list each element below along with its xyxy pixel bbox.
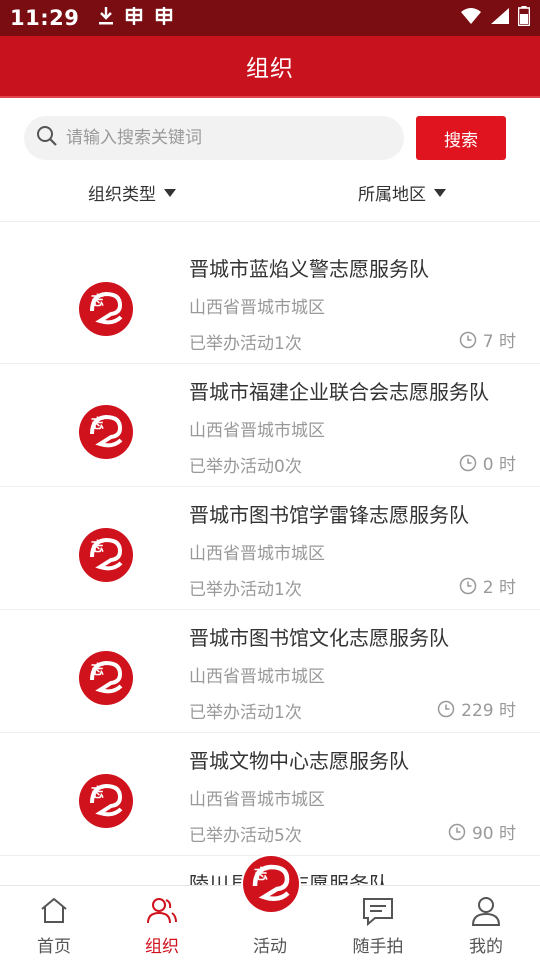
nav-item-mine[interactable]: 我的 bbox=[432, 886, 540, 960]
nav-item-organization[interactable]: 组织 bbox=[108, 886, 216, 960]
nav-label-mine: 我的 bbox=[469, 937, 503, 957]
caret-down-icon bbox=[434, 188, 446, 197]
service-hours: 7 时 bbox=[459, 327, 516, 352]
search-row: 搜索 bbox=[0, 98, 540, 174]
status-notifications bbox=[97, 6, 175, 31]
clock-icon bbox=[459, 577, 477, 594]
clock-icon bbox=[459, 331, 477, 348]
organization-activity-count: 已举办活动0次 bbox=[189, 457, 302, 477]
svg-text:志: 志 bbox=[254, 866, 268, 883]
service-hours-value: 229 时 bbox=[461, 701, 516, 721]
nav-item-snapshot[interactable]: 随手拍 bbox=[324, 886, 432, 960]
organization-activity-count: 已举办活动1次 bbox=[189, 703, 302, 723]
organization-region: 山西省晋城市城区 bbox=[189, 544, 325, 564]
bug-icon bbox=[123, 6, 145, 31]
organization-region: 山西省晋城市城区 bbox=[189, 667, 325, 687]
organization-name: 晋城市蓝焰义警志愿服务队 bbox=[189, 257, 429, 281]
service-hours-value: 2 时 bbox=[482, 578, 516, 598]
user-icon bbox=[471, 897, 501, 926]
filter-region[interactable]: 所属地区 bbox=[358, 180, 446, 205]
filter-row: 组织类型 所属地区 bbox=[0, 174, 540, 222]
organization-name: 晋城市图书馆文化志愿服务队 bbox=[189, 626, 449, 650]
nav-label-home: 首页 bbox=[37, 937, 71, 957]
search-icon bbox=[36, 125, 58, 151]
filter-region-label: 所属地区 bbox=[358, 185, 426, 205]
nav-label-activity: 活动 bbox=[253, 937, 287, 957]
organization-logo: 志 bbox=[79, 651, 133, 705]
organization-name: 晋城文物中心志愿服务队 bbox=[189, 749, 409, 773]
search-button[interactable]: 搜索 bbox=[416, 116, 506, 160]
svg-text:志: 志 bbox=[91, 785, 104, 801]
organization-region: 山西省晋城市城区 bbox=[189, 298, 325, 318]
clock-icon bbox=[459, 454, 477, 471]
organization-logo: 志 bbox=[79, 774, 133, 828]
battery-icon bbox=[517, 6, 531, 30]
caret-down-icon bbox=[164, 188, 176, 197]
organization-logo: 志 bbox=[79, 528, 133, 582]
filter-org-type-label: 组织类型 bbox=[88, 185, 156, 205]
status-time: 11:29 bbox=[10, 6, 80, 30]
organization-activity-count: 已举办活动1次 bbox=[189, 334, 302, 354]
search-box[interactable] bbox=[24, 116, 404, 160]
clock-icon bbox=[437, 700, 455, 717]
list-item[interactable]: 志 晋城文物中心志愿服务队 山西省晋城市城区 已举办活动5次 90 时 bbox=[0, 733, 540, 856]
svg-text:志: 志 bbox=[91, 293, 104, 309]
list-item[interactable]: 志 晋城市图书馆学雷锋志愿服务队 山西省晋城市城区 已举办活动1次 2 时 bbox=[0, 487, 540, 610]
service-hours: 2 时 bbox=[459, 573, 516, 598]
clock-icon bbox=[448, 823, 466, 840]
status-system-icons bbox=[460, 6, 531, 30]
bug-icon bbox=[153, 6, 175, 31]
organization-name: 晋城市图书馆学雷锋志愿服务队 bbox=[189, 503, 469, 527]
organization-list: 志 晋城市蓝焰义警志愿服务队 山西省晋城市城区 已举办活动1次 7 时 志 晋城… bbox=[0, 241, 540, 896]
service-hours: 0 时 bbox=[459, 450, 516, 475]
list-item[interactable]: 志 晋城市福建企业联合会志愿服务队 山西省晋城市城区 已举办活动0次 0 时 bbox=[0, 364, 540, 487]
organization-name: 晋城市福建企业联合会志愿服务队 bbox=[189, 380, 489, 404]
service-hours: 229 时 bbox=[437, 696, 516, 721]
organization-region: 山西省晋城市城区 bbox=[189, 790, 325, 810]
search-input[interactable] bbox=[66, 128, 386, 148]
service-hours-value: 90 时 bbox=[471, 824, 516, 844]
svg-text:志: 志 bbox=[91, 539, 104, 555]
filter-org-type[interactable]: 组织类型 bbox=[88, 180, 176, 205]
list-item[interactable]: 志 晋城市图书馆文化志愿服务队 山西省晋城市城区 已举办活动1次 229 时 bbox=[0, 610, 540, 733]
users-icon bbox=[147, 898, 177, 924]
app-bar: 组织 bbox=[0, 36, 540, 98]
svg-text:志: 志 bbox=[91, 416, 104, 432]
signal-icon bbox=[490, 7, 510, 29]
organization-activity-count: 已举办活动5次 bbox=[189, 826, 302, 846]
home-icon bbox=[41, 897, 67, 923]
download-icon bbox=[97, 6, 115, 31]
organization-region: 山西省晋城市城区 bbox=[189, 421, 325, 441]
service-hours-value: 0 时 bbox=[482, 455, 516, 475]
nav-label-snapshot: 随手拍 bbox=[352, 937, 404, 957]
nav-label-organization: 组织 bbox=[145, 937, 179, 957]
organization-activity-count: 已举办活动1次 bbox=[189, 580, 302, 600]
nav-item-home[interactable]: 首页 bbox=[0, 886, 108, 960]
svg-text:志: 志 bbox=[91, 662, 104, 678]
wifi-icon bbox=[460, 7, 482, 29]
page-title: 组织 bbox=[246, 56, 294, 82]
status-bar: 11:29 bbox=[0, 0, 540, 36]
service-hours-value: 7 时 bbox=[482, 332, 516, 352]
organization-logo: 志 bbox=[79, 405, 133, 459]
organization-logo: 志 bbox=[79, 282, 133, 336]
logo-icon[interactable]: 志 bbox=[240, 853, 302, 915]
service-hours: 90 时 bbox=[448, 819, 516, 844]
list-item[interactable]: 志 晋城市蓝焰义警志愿服务队 山西省晋城市城区 已举办活动1次 7 时 bbox=[0, 241, 540, 364]
message-icon bbox=[363, 898, 393, 927]
